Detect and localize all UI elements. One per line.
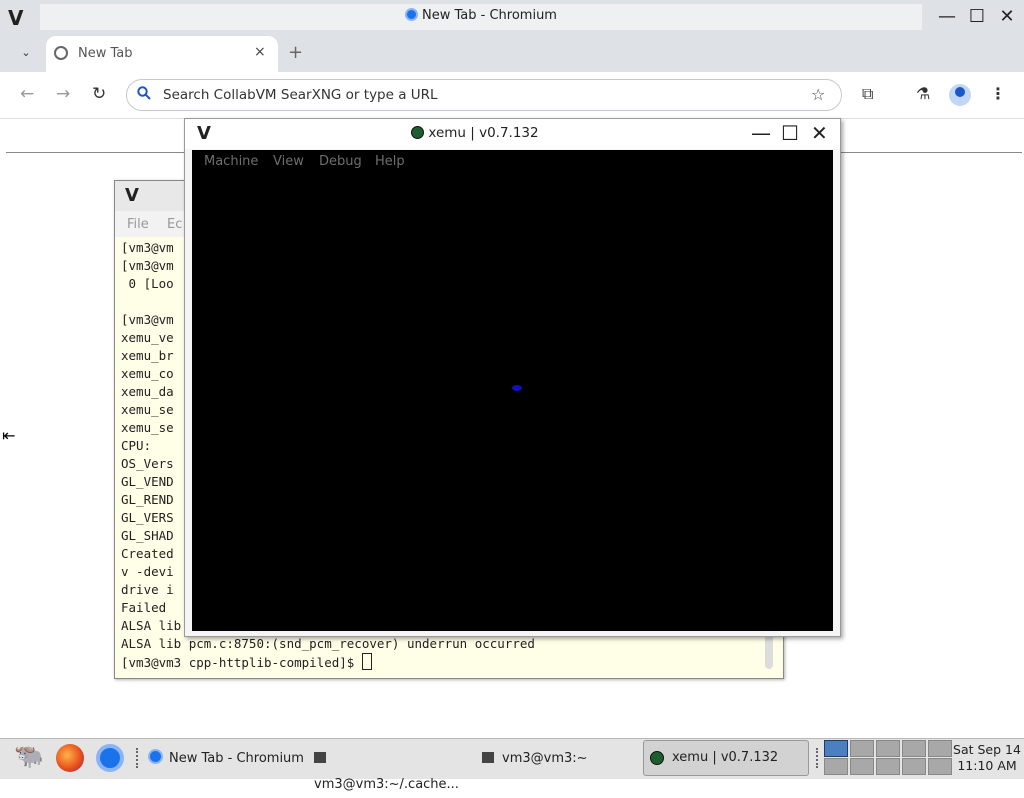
terminal-menu-edit[interactable]: Ec [167, 217, 182, 232]
taskbar-separator [136, 748, 141, 768]
labs-flask-icon[interactable]: ⚗ [916, 84, 930, 103]
profile-avatar-icon[interactable] [949, 84, 971, 106]
workspace-2[interactable] [850, 740, 874, 757]
terminal-icon [482, 752, 494, 763]
reload-icon[interactable]: ↻ [92, 84, 106, 104]
workspace-3[interactable] [876, 740, 900, 757]
workspace-8[interactable] [876, 758, 900, 775]
chromium-icon [405, 8, 419, 21]
tab-close-icon[interactable]: × [254, 44, 266, 60]
avatar-head [955, 87, 965, 97]
clock[interactable]: Sat Sep 14 11:10 AM [952, 742, 1022, 774]
xemu-app-icon [411, 126, 425, 139]
tab-search-chevron-icon[interactable]: ⌄ [14, 42, 38, 64]
menu-view[interactable]: View [273, 154, 304, 169]
forward-arrow-icon[interactable]: → [56, 84, 70, 104]
workspace-5[interactable] [928, 740, 952, 757]
start-menu-gnu-icon[interactable]: 🐃 [14, 742, 44, 772]
window-menu-logo[interactable]: V [8, 6, 23, 30]
workspace-1[interactable] [824, 740, 848, 757]
chromium-launcher-icon[interactable] [96, 744, 124, 772]
xemu-window[interactable]: V xemu | v0.7.132 — ☐ ✕ Machine View Deb… [184, 118, 841, 637]
firefox-launcher-icon[interactable] [56, 744, 84, 772]
bookmark-star-icon[interactable]: ☆ [811, 85, 825, 104]
xemu-close-button[interactable]: ✕ [811, 121, 828, 145]
terminal-icon [314, 752, 326, 763]
address-bar[interactable]: Search CollabVM SearXNG or type a URL ☆ [126, 79, 842, 111]
back-arrow-icon[interactable]: ← [20, 84, 34, 104]
terminal-menu-file[interactable]: File [127, 217, 149, 232]
workspace-6[interactable] [824, 758, 848, 775]
workspace-4[interactable] [902, 740, 926, 757]
xemu-display[interactable]: Machine View Debug Help [192, 150, 833, 631]
search-icon [137, 86, 151, 100]
maximize-button[interactable]: ☐ [964, 4, 990, 30]
tab-label: New Tab [78, 46, 133, 61]
text-cursor [361, 653, 372, 670]
extensions-puzzle-icon[interactable]: ⧉ [862, 84, 873, 104]
clock-time: 11:10 AM [957, 758, 1017, 773]
kebab-menu-icon[interactable]: ⋮ [990, 84, 1006, 103]
xemu-titlebar[interactable]: V xemu | v0.7.132 — ☐ ✕ [185, 119, 840, 149]
taskbar-item-xemu[interactable]: xemu | v0.7.132 [643, 740, 809, 776]
boot-indicator [512, 385, 522, 391]
xemu-maximize-button[interactable]: ☐ [781, 121, 799, 145]
workspace-7[interactable] [850, 758, 874, 775]
address-placeholder: Search CollabVM SearXNG or type a URL [163, 87, 438, 103]
terminal-prompt[interactable]: [vm3@vm3 cpp-httplib-compiled]$ [121, 653, 535, 672]
taskbar-item-terminal-cache[interactable]: vm3@vm3:~/.cache... [314, 746, 474, 792]
taskbar-xemu-label: xemu | v0.7.132 [672, 750, 779, 765]
resize-cursor-icon: ⇤ [2, 426, 16, 445]
clock-date: Sat Sep 14 [953, 742, 1021, 757]
tab-new-tab[interactable]: New Tab × [46, 36, 278, 72]
globe-icon [54, 46, 68, 60]
terminal-logo[interactable]: V [125, 185, 139, 206]
taskbar-item-chromium[interactable]: New Tab - Chromium [148, 746, 304, 772]
window-title: New Tab - Chromium [40, 8, 922, 23]
menu-help[interactable]: Help [375, 154, 405, 169]
prompt-text: [vm3@vm3 cpp-httplib-compiled]$ [121, 655, 362, 670]
terminal-line: ALSA lib pcm.c:8750:(snd_pcm_recover) un… [121, 636, 535, 651]
xemu-minimize-button[interactable]: — [751, 121, 771, 145]
close-button[interactable]: ✕ [994, 4, 1020, 30]
xemu-title: xemu | v0.7.132 [185, 125, 765, 141]
taskbar-separator [816, 748, 821, 768]
minimize-button[interactable]: — [934, 4, 960, 30]
new-tab-button[interactable]: + [288, 42, 303, 63]
taskbar-item-terminal-home[interactable]: vm3@vm3:~ [482, 746, 612, 772]
workspace-10[interactable] [928, 758, 952, 775]
workspace-9[interactable] [902, 758, 926, 775]
menu-debug[interactable]: Debug [319, 154, 362, 169]
browser-titlebar: V New Tab - Chromium — ☐ ✕ [0, 0, 1024, 34]
xemu-app-icon [650, 751, 664, 765]
title-area[interactable]: New Tab - Chromium [40, 4, 922, 30]
menu-machine[interactable]: Machine [204, 154, 258, 169]
chromium-icon [148, 749, 163, 764]
